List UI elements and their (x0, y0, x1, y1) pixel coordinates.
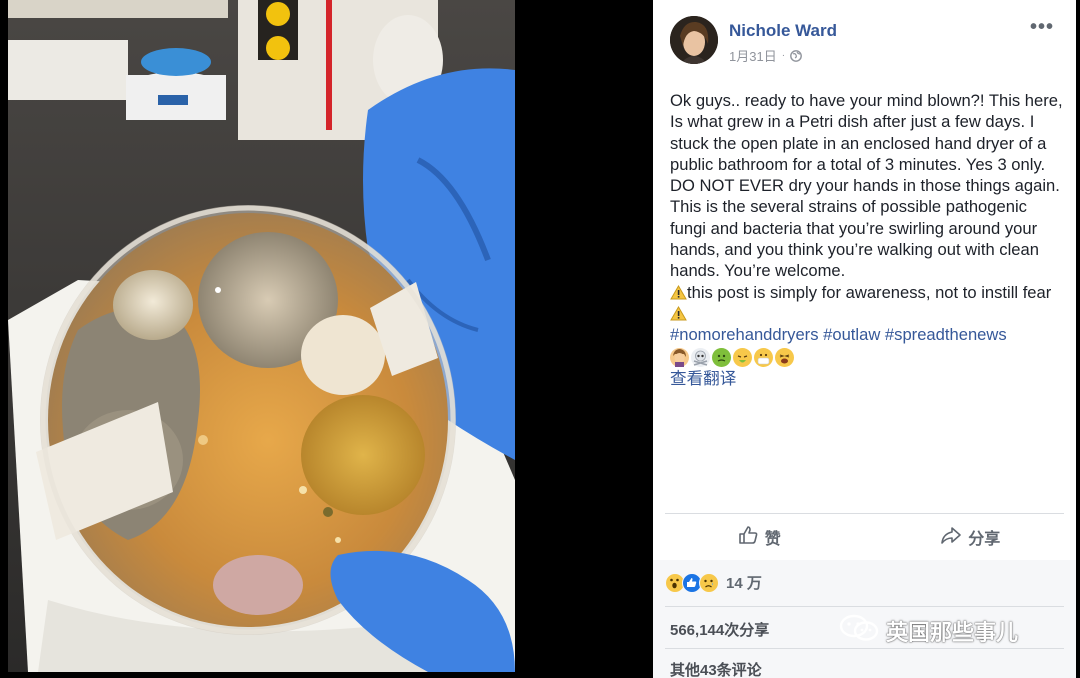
share-label: 分享 (968, 531, 1001, 548)
reactions-count: 14 万 (726, 575, 762, 592)
emoji-row (670, 348, 1066, 368)
post-body: Ok guys.. ready to have your mind blown?… (670, 90, 1066, 389)
author-name[interactable]: Nichole Ward (729, 21, 837, 41)
post-panel: Nichole Ward 1月31日 · ••• Ok guys.. ready… (653, 0, 1076, 678)
author-avatar[interactable] (670, 16, 718, 64)
meta-separator: · (781, 50, 786, 61)
awareness-text: this post is simply for awareness, not t… (687, 282, 1052, 302)
post-message: Ok guys.. ready to have your mind blown?… (670, 91, 1063, 281)
like-label: 赞 (764, 531, 781, 548)
reaction-summary[interactable]: 14 万 (665, 572, 762, 593)
post-date[interactable]: 1月31日 (729, 46, 777, 65)
post-header: Nichole Ward 1月31日 · ••• (653, 0, 1076, 80)
actions-top-divider (665, 513, 1064, 514)
skull-crossbones-emoji (691, 348, 710, 368)
watermark-text: 英国那些事儿 (886, 620, 1019, 645)
like-button[interactable]: 赞 (653, 518, 865, 556)
post-hashtags[interactable]: #nomorehanddryers #outlaw #spreadthenews (670, 324, 1066, 345)
stats-divider (665, 606, 1064, 607)
nauseated-face-emoji (712, 348, 731, 368)
share-arrow-icon (940, 524, 962, 551)
more-options-icon[interactable]: ••• (1030, 16, 1054, 39)
awareness-line: this post is simply for awareness, not t… (670, 282, 1066, 325)
warning-icon (670, 284, 687, 300)
thumbs-up-icon (737, 524, 759, 551)
warning-icon (670, 305, 687, 321)
post-meta: 1月31日 · (729, 46, 802, 65)
tired-face-emoji (775, 348, 794, 368)
more-comments-link[interactable]: 其他43条评论 (670, 659, 762, 678)
see-translation-link[interactable]: 查看翻译 (670, 368, 1066, 389)
vomiting-face-emoji (733, 348, 752, 368)
post-actions: 赞 分享 (653, 518, 1076, 556)
share-button[interactable]: 分享 (865, 518, 1077, 556)
post-photo[interactable] (8, 0, 515, 672)
public-globe-icon (790, 49, 802, 62)
mask-face-emoji (754, 348, 773, 368)
sad-reaction-icon (699, 572, 719, 593)
shares-count[interactable]: 566,144次分享 (670, 619, 769, 640)
woman-facepalm-emoji (670, 348, 689, 368)
watermark: 英国那些事儿 (838, 613, 1018, 649)
wechat-icon (838, 613, 882, 649)
